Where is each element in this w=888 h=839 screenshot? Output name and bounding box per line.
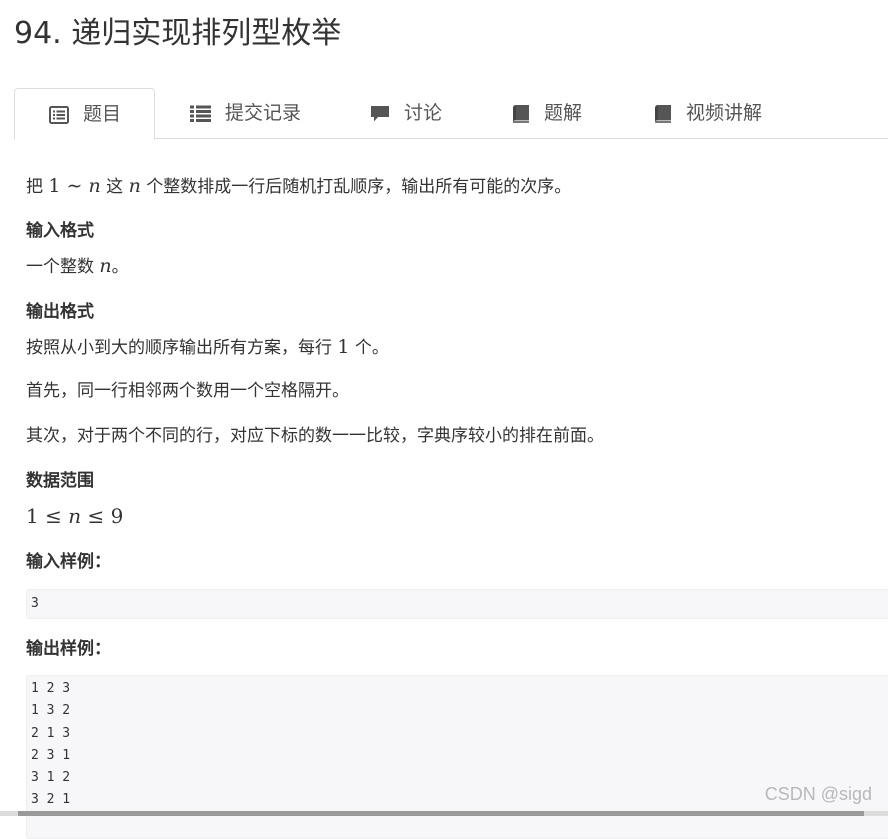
input-format-heading: 输入格式 xyxy=(26,221,94,241)
code-line: 2 3 1 xyxy=(31,747,71,763)
scrollbar-thumb[interactable] xyxy=(18,811,864,816)
code-line: 1 2 3 xyxy=(31,681,71,696)
sample-output-heading: 输出样例： xyxy=(26,639,111,659)
output-format-line: 其次，对于两个不同的行，对应下标的数一一比较，字典序较小的排在前面。 xyxy=(26,426,604,446)
tab-bar: 题目 提交记录 讨论 题解 视频讲解 xyxy=(14,88,888,140)
tab-label: 题解 xyxy=(544,102,583,124)
code-line: 3 xyxy=(31,596,39,611)
output-format-line: 首先，同一行相邻两个数用一个空格隔开。 xyxy=(26,381,349,401)
output-format-line: 按照从小到大的顺序输出所有方案，每行 1 个。 xyxy=(26,336,389,358)
data-range-formula: 1 ≤ n ≤ 9 xyxy=(26,504,124,528)
tab-solutions[interactable]: 题解 xyxy=(512,88,582,138)
watermark: CSDN @sigd xyxy=(764,784,872,804)
tab-discussion[interactable]: 讨论 xyxy=(370,88,442,138)
tab-problem[interactable]: 题目 xyxy=(14,88,155,140)
book-icon xyxy=(654,104,672,124)
code-line: 2 1 3 xyxy=(31,725,71,741)
tab-submissions[interactable]: 提交记录 xyxy=(190,88,301,138)
sample-input-block: 3 xyxy=(26,589,888,619)
book-icon xyxy=(512,104,530,124)
horizontal-scrollbar[interactable] xyxy=(0,811,888,816)
tab-label: 题目 xyxy=(83,103,122,125)
sample-input-heading: 输入样例： xyxy=(26,552,111,572)
bullet-list-icon xyxy=(190,105,211,122)
output-format-heading: 输出格式 xyxy=(26,302,94,322)
comment-icon xyxy=(370,105,390,123)
code-line: 3 1 2 xyxy=(31,770,71,786)
input-format-text: 一个整数 n。 xyxy=(26,255,129,277)
tab-label: 视频讲解 xyxy=(686,102,763,124)
tab-video[interactable]: 视频讲解 xyxy=(654,88,762,138)
list-icon xyxy=(49,105,69,124)
code-line: 3 2 1 xyxy=(31,792,71,808)
tab-label: 讨论 xyxy=(404,102,443,124)
problem-description: 把 1 ∼ n 这 n 个整数排成一行后随机打乱顺序，输出所有可能的次序。 xyxy=(26,175,572,197)
tab-label: 提交记录 xyxy=(225,102,302,124)
data-range-heading: 数据范围 xyxy=(26,471,94,491)
code-line: 1 3 2 xyxy=(31,703,71,719)
problem-title: 94. 递归实现排列型枚举 xyxy=(14,16,342,51)
